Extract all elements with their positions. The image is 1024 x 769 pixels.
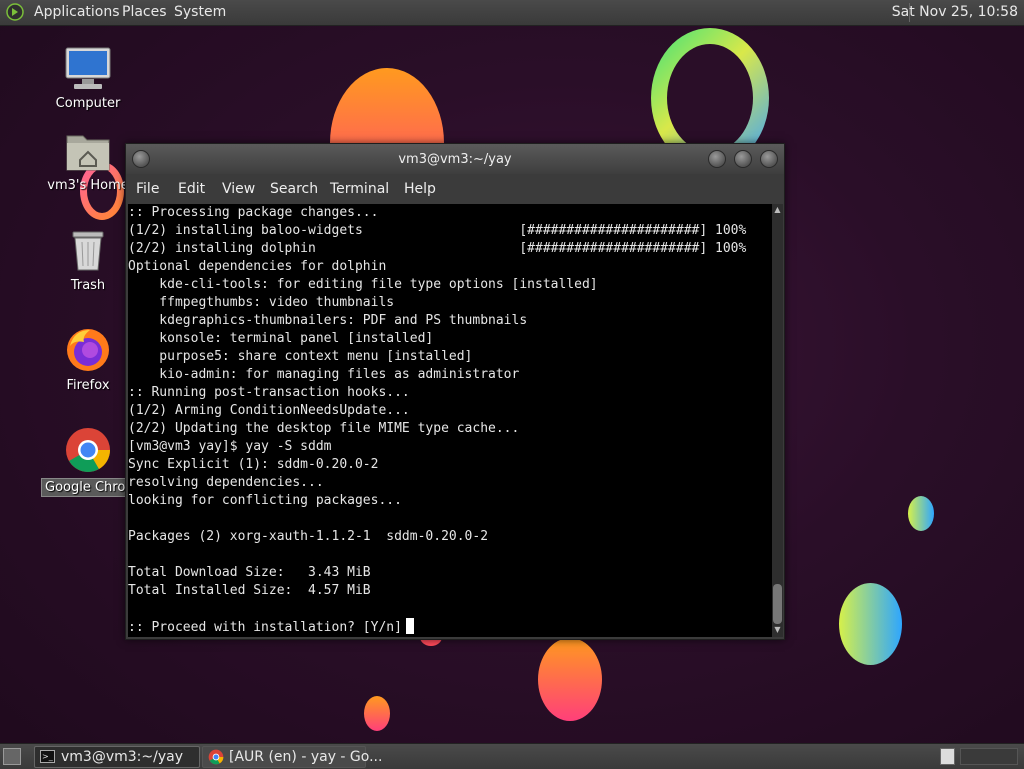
taskbar-item-terminal[interactable]: >_ vm3@vm3:~/yay xyxy=(34,746,200,768)
window-titlebar[interactable]: vm3@vm3:~/yay xyxy=(126,144,784,174)
terminal-line: (1/2) Arming ConditionNeedsUpdate... xyxy=(128,403,410,418)
desktop-icon-home[interactable]: vm3's Home xyxy=(38,130,138,193)
firefox-icon xyxy=(64,326,112,374)
terminal-line: konsole: terminal panel [installed] xyxy=(128,331,434,346)
desktop-icon-label: Google Chrome xyxy=(41,478,135,497)
wallpaper-blob xyxy=(908,496,934,531)
distro-logo-icon[interactable] xyxy=(6,3,24,21)
terminal-line: kde-cli-tools: for editing file type opt… xyxy=(128,277,598,292)
menu-applications[interactable]: Applications xyxy=(34,4,120,20)
maximize-button[interactable] xyxy=(734,150,752,168)
minimize-button[interactable] xyxy=(708,150,726,168)
menu-search[interactable]: Search xyxy=(270,181,318,197)
terminal-line: Sync Explicit (1): sddm-0.20.0-2 xyxy=(128,457,379,472)
terminal-icon: >_ xyxy=(40,750,55,763)
clock[interactable]: Sat Nov 25, 10:58 xyxy=(892,4,1018,20)
desktop-icon-label: vm3's Home xyxy=(47,178,129,193)
menu-places[interactable]: Places xyxy=(122,4,167,20)
terminal-line: (2/2) installing dolphin [##############… xyxy=(128,241,747,256)
desktop-icon-computer[interactable]: Computer xyxy=(38,46,138,111)
desktop-icon-trash[interactable]: Trash xyxy=(38,228,138,293)
terminal-line: :: Processing package changes... xyxy=(128,205,379,220)
workspace-switcher[interactable] xyxy=(940,748,955,765)
terminal-line: purpose5: share context menu [installed] xyxy=(128,349,473,364)
chrome-icon xyxy=(208,749,224,765)
terminal-line: kdegraphics-thumbnailers: PDF and PS thu… xyxy=(128,313,528,328)
menu-file[interactable]: File xyxy=(136,181,159,197)
terminal-window[interactable]: vm3@vm3:~/yay File Edit View Search Term… xyxy=(125,143,785,640)
scrollbar-thumb[interactable] xyxy=(773,584,782,624)
terminal-cursor xyxy=(405,618,414,634)
terminal-line: (2/2) Updating the desktop file MIME typ… xyxy=(128,421,520,436)
window-menubar: File Edit View Search Terminal Help xyxy=(126,174,784,204)
home-folder-icon xyxy=(64,130,112,174)
wallpaper-blob xyxy=(538,638,602,721)
terminal-output[interactable]: :: Processing package changes... (1/2) i… xyxy=(128,204,772,637)
close-button[interactable] xyxy=(760,150,778,168)
terminal-prompt: :: Proceed with installation? [Y/n] xyxy=(128,620,402,635)
terminal-prompt-line[interactable]: :: Proceed with installation? [Y/n] xyxy=(128,618,772,636)
taskbar-item-label: [AUR (en) - yay - Go... xyxy=(229,749,383,765)
terminal-line: ffmpegthumbs: video thumbnails xyxy=(128,295,395,310)
terminal-line: Optional dependencies for dolphin xyxy=(128,259,387,274)
chrome-icon xyxy=(64,426,112,474)
taskbar-item-browser[interactable]: [AUR (en) - yay - Go... xyxy=(202,746,382,768)
bottom-panel: >_ vm3@vm3:~/yay [AUR (en) - yay - Go... xyxy=(0,743,1024,769)
workspace-switcher-empty[interactable] xyxy=(960,748,1018,765)
show-desktop-icon[interactable] xyxy=(3,748,21,765)
computer-icon xyxy=(64,46,112,92)
terminal-line: [vm3@vm3 yay]$ yay -S sddm xyxy=(128,439,332,454)
menu-help[interactable]: Help xyxy=(404,181,436,197)
desktop-icon-label: Computer xyxy=(55,96,121,111)
top-panel: Applications Places System Sat Nov 25, 1… xyxy=(0,0,1024,26)
terminal-line: Packages (2) xorg-xauth-1.1.2-1 sddm-0.2… xyxy=(128,529,489,544)
trash-icon xyxy=(68,228,108,274)
window-title: vm3@vm3:~/yay xyxy=(398,152,512,167)
taskbar-item-label: vm3@vm3:~/yay xyxy=(61,749,183,765)
menu-view[interactable]: View xyxy=(222,181,255,197)
menu-system[interactable]: System xyxy=(174,4,226,20)
terminal-line: Total Installed Size: 4.57 MiB xyxy=(128,583,371,598)
wallpaper-blob xyxy=(364,696,390,731)
terminal-line: looking for conflicting packages... xyxy=(128,493,402,508)
terminal-line: resolving dependencies... xyxy=(128,475,324,490)
terminal-line: Total Download Size: 3.43 MiB xyxy=(128,565,371,580)
terminal-scrollbar[interactable]: ▲ ▼ xyxy=(772,204,783,637)
scroll-up-arrow-icon[interactable]: ▲ xyxy=(773,205,782,215)
desktop-icon-firefox[interactable]: Firefox xyxy=(38,326,138,393)
scroll-down-arrow-icon[interactable]: ▼ xyxy=(773,625,782,635)
desktop-icon-chrome[interactable]: Google Chrome xyxy=(38,426,138,501)
menu-terminal[interactable]: Terminal xyxy=(330,181,389,197)
desktop-icon-label: Trash xyxy=(70,278,106,293)
menu-edit[interactable]: Edit xyxy=(178,181,205,197)
desktop-icon-label: Firefox xyxy=(66,378,110,393)
terminal-line: :: Running post-transaction hooks... xyxy=(128,385,410,400)
wallpaper-blob xyxy=(839,583,902,665)
terminal-line: (1/2) installing baloo-widgets [########… xyxy=(128,223,747,238)
terminal-line: kio-admin: for managing files as adminis… xyxy=(128,367,520,382)
